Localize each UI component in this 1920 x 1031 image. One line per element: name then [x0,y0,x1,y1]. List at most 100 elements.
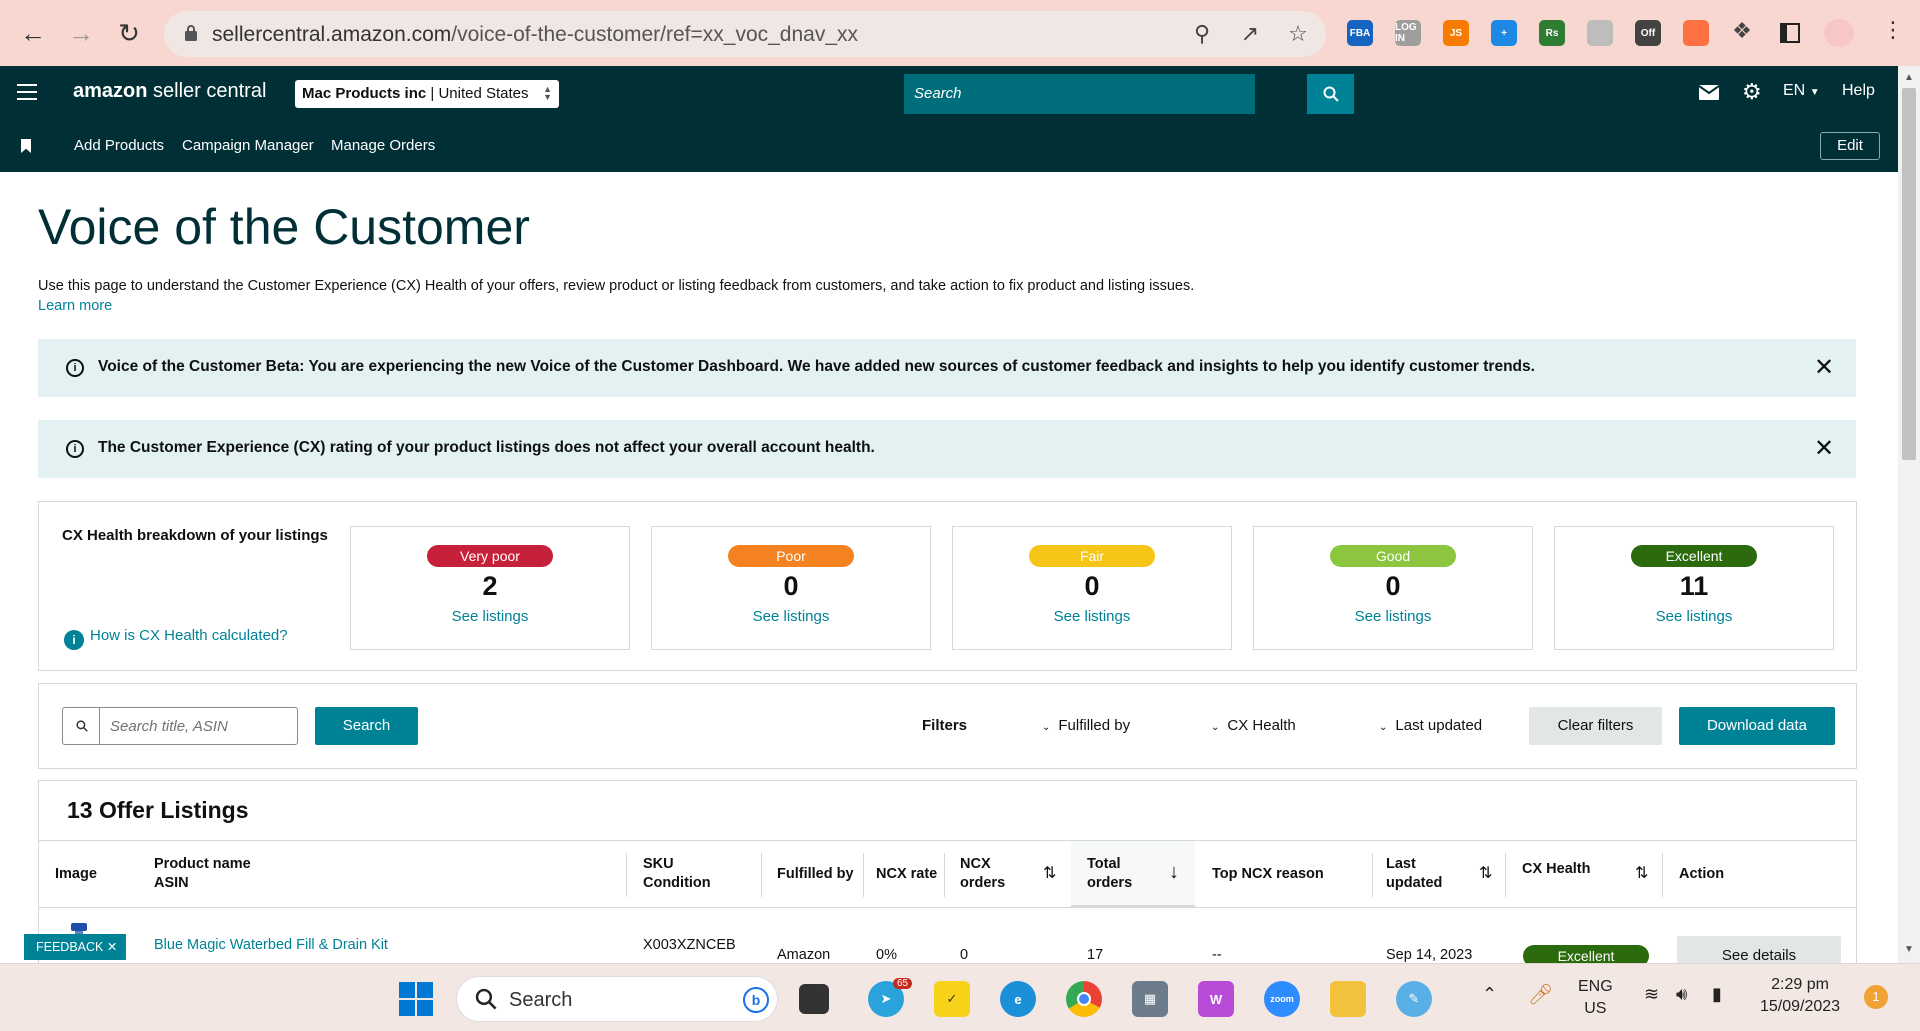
fba-extension-icon[interactable]: FBA [1347,20,1373,46]
windows-taskbar: Search b ➤ 65 ✓ e ▦ W zoom ✎ ⌃ 🎤︎ ENG US … [0,963,1920,1031]
col-total-orders[interactable]: Total orders [1087,855,1132,893]
download-data-button[interactable]: Download data [1679,707,1835,745]
bing-icon[interactable]: b [743,987,769,1013]
global-search-button[interactable] [1307,74,1354,114]
microphone-icon[interactable]: 🎤︎ [1528,982,1553,1007]
bookmark-icon[interactable] [21,139,31,153]
scroll-down-icon[interactable]: ▼ [1904,944,1914,955]
sort-icon[interactable]: ⇅ [1635,863,1648,883]
seller-central-logo[interactable]: amazon seller central [73,80,266,103]
task-view-icon[interactable] [799,984,829,1014]
sort-icon[interactable]: ⇅ [1479,863,1492,883]
col-ncx-orders[interactable]: NCX orders [960,855,1005,893]
listing-search-input[interactable]: Search title, ASIN [99,707,298,745]
col-ncx-rate: NCX rate [876,866,938,882]
listing-search-button[interactable]: Search [315,707,418,745]
search-icon [1323,86,1339,102]
sticky-notes-icon[interactable]: ✓ [934,981,970,1017]
sort-icon[interactable]: ⇅ [1043,863,1056,883]
extensions-puzzle-icon[interactable]: ❖ [1728,18,1756,46]
col-last-updated[interactable]: Last updated [1386,855,1442,893]
scroll-up-icon[interactable]: ▲ [1904,72,1914,83]
paint-icon[interactable]: ✎ [1396,981,1432,1017]
see-details-button[interactable]: See details [1677,936,1841,963]
settings-gear-icon[interactable]: ⚙ [1742,79,1762,105]
forward-icon[interactable]: → [62,14,100,52]
rs-extension-icon[interactable]: Rs [1539,20,1565,46]
cx-health-help-link[interactable]: i How is CX Health calculated? [64,627,288,650]
address-bar[interactable]: sellercentral.amazon.com/voice-of-the-cu… [164,11,1326,57]
col-cx-health[interactable]: CX Health [1522,860,1591,879]
bookmark-star-icon[interactable]: ☆ [1284,21,1312,49]
see-listings-link[interactable]: See listings [1254,608,1532,625]
file-explorer-icon[interactable] [1330,981,1366,1017]
side-panel-icon[interactable] [1780,23,1800,43]
col-sku: SKU Condition [643,856,711,891]
cx-rating-pill: Good [1330,545,1456,567]
col-fulfilled-by: Fulfilled by [777,866,854,882]
feedback-button[interactable]: FEEDBACK ✕ [24,934,126,960]
edge-icon[interactable]: e [1000,981,1036,1017]
help-link[interactable]: Help [1842,82,1875,100]
reload-icon[interactable]: ↻ [110,14,148,52]
edit-bookmarks-button[interactable]: Edit [1820,132,1880,160]
mail-icon[interactable] [1698,85,1720,105]
see-listings-link[interactable]: See listings [1555,608,1833,625]
offer-listings-table: 13 Offer Listings Image Product name ASIN… [38,780,1857,963]
see-listings-link[interactable]: See listings [652,608,930,625]
calculator-icon[interactable]: ▦ [1132,981,1168,1017]
cx-rating-count: 11 [1679,571,1709,601]
nav-campaign-manager[interactable]: Campaign Manager [182,137,314,154]
zoom-icon[interactable]: zoom [1264,981,1300,1017]
last-updated-value: Sep 14, 2023 [1386,947,1473,963]
plus-extension-icon[interactable]: + [1491,20,1517,46]
windows-start-icon[interactable] [398,981,434,1017]
see-listings-link[interactable]: See listings [953,608,1231,625]
product-name-link[interactable]: Blue Magic Waterbed Fill & Drain Kit [154,937,388,953]
cx-rating-pill: Fair [1029,545,1155,567]
profile-avatar[interactable] [1824,19,1854,47]
fulfilled-by-filter[interactable]: ⌄ Fulfilled by [1042,717,1130,734]
language-indicator[interactable]: ENG US [1578,976,1613,1020]
taskbar-search[interactable]: Search b [456,976,778,1022]
nav-add-products[interactable]: Add Products [74,137,164,154]
close-icon[interactable]: ✕ [1809,353,1839,382]
language-selector[interactable]: EN ▼ [1783,82,1820,100]
orange-extension-icon[interactable] [1683,20,1709,46]
page-scrollbar[interactable]: ▲ ▼ [1898,66,1920,963]
global-search-input[interactable]: Search [904,74,1255,114]
wifi-icon[interactable]: ≋ [1644,984,1659,1005]
chrome-icon[interactable] [1066,981,1102,1017]
wps-office-icon[interactable]: W [1198,981,1234,1017]
battery-icon[interactable]: ▮ [1712,984,1722,1005]
sort-descending-icon[interactable]: ↓ [1169,861,1179,884]
clock[interactable]: 2:29 pm 15/09/2023 [1760,974,1840,1018]
menu-icon[interactable] [17,84,37,100]
cx-health-badge: Excellent [1523,945,1649,963]
camera-extension-icon[interactable] [1587,20,1613,46]
fulfilled-by-value: Amazon [777,947,831,963]
notification-badge[interactable]: 1 [1864,985,1888,1009]
scrollbar-thumb[interactable] [1902,88,1916,460]
see-listings-link[interactable]: See listings [351,608,629,625]
show-hidden-icons[interactable]: ⌃ [1482,984,1497,1005]
learn-more-link[interactable]: Learn more [38,298,112,314]
off-extension-icon[interactable]: Off [1635,20,1661,46]
cx-card-excellent: Excellent 11 See listings [1554,526,1834,650]
cx-health-filter[interactable]: ⌄ CX Health [1211,717,1296,734]
back-icon[interactable]: ← [14,14,52,52]
account-switcher[interactable]: Mac Products inc | United States ▲ ▼ [295,80,559,108]
cx-rating-count: 0 [1385,571,1401,601]
zoom-icon[interactable]: ⚲ [1188,21,1216,49]
share-icon[interactable]: ↗ [1236,21,1264,49]
beta-banner: i Voice of the Customer Beta: You are ex… [38,339,1856,397]
close-icon[interactable]: ✕ [1809,434,1839,463]
chrome-menu-icon[interactable]: ⋮ [1882,17,1904,43]
last-updated-filter[interactable]: ⌄ Last updated [1379,717,1482,734]
page-title: Voice of the Customer [38,199,530,255]
clear-filters-button[interactable]: Clear filters [1529,707,1662,745]
nav-manage-orders[interactable]: Manage Orders [331,137,435,154]
login-extension-icon[interactable]: LOG IN [1395,20,1421,46]
js-extension-icon[interactable]: JS [1443,20,1469,46]
volume-icon[interactable]: 🔊︎ [1676,984,1687,1005]
